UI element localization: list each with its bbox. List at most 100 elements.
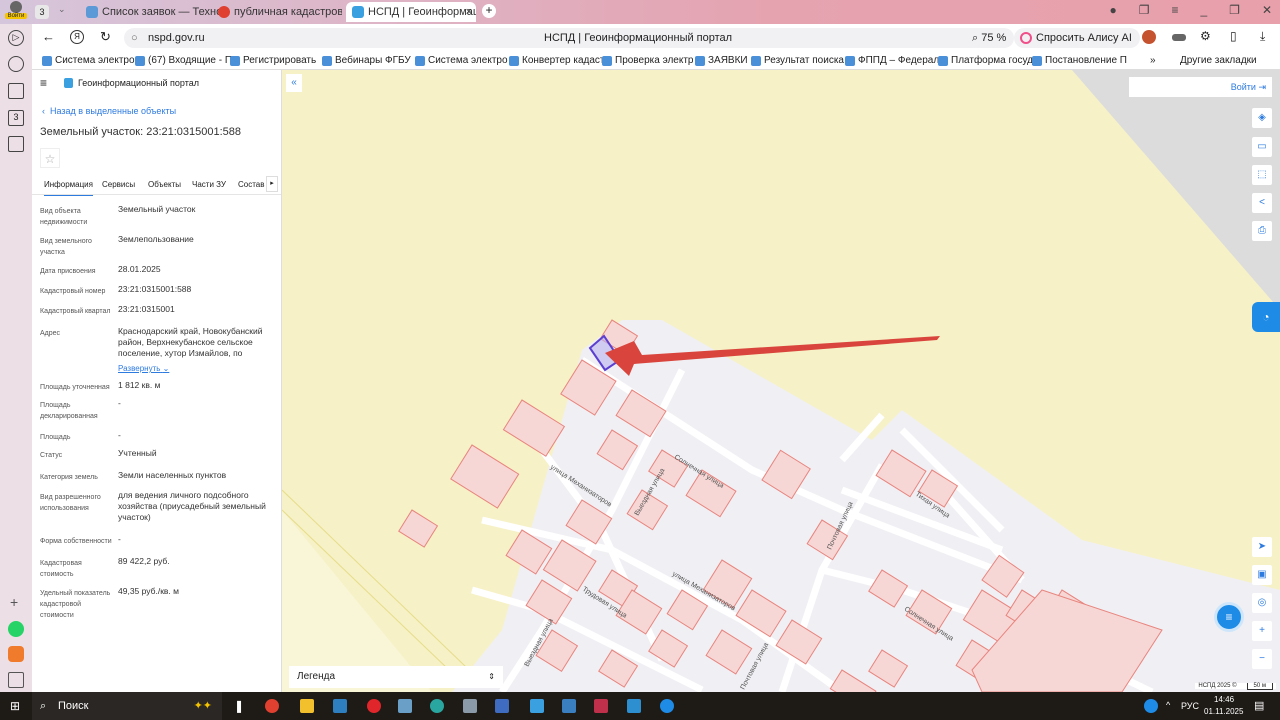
bookmark-item[interactable]: Результат поиска [751, 55, 844, 66]
edge-icon[interactable] [430, 699, 444, 713]
app-icon[interactable] [562, 699, 576, 713]
profile-avatar[interactable]: Войти [5, 1, 27, 23]
collapse-panel-button[interactable]: « [286, 74, 302, 92]
app-icon[interactable] [530, 699, 544, 713]
map-canvas[interactable]: Солнечная улица улица Механизаторов Выез… [282, 70, 1280, 692]
app-icon[interactable] [333, 699, 347, 713]
counter-icon[interactable]: 3 [8, 110, 24, 126]
zoom-out-button[interactable]: − [1252, 649, 1272, 669]
measure-button[interactable]: ▭ [1252, 137, 1272, 157]
language-indicator[interactable]: РУС [1181, 701, 1199, 711]
new-tab-button[interactable]: + [482, 4, 496, 18]
back-icon[interactable]: ← [42, 29, 55, 44]
ie-icon[interactable] [660, 699, 674, 713]
bookmark-item[interactable]: Конвертер кадаст [509, 55, 605, 66]
tab-counter[interactable]: 3 [35, 5, 49, 19]
zoom-indicator[interactable]: ⌕ 75 % [964, 28, 1015, 48]
bookmark-item[interactable]: ЗАЯВКИ [695, 55, 748, 66]
bookmark-item[interactable]: Система электро [42, 55, 135, 66]
help-icon[interactable] [1144, 699, 1158, 713]
select-area-button[interactable]: ⬚ [1252, 165, 1272, 185]
opera-icon[interactable] [367, 699, 381, 713]
login-button[interactable]: Войти ⇥ [1129, 77, 1272, 97]
minimize-icon[interactable]: _ [1200, 3, 1207, 17]
map-svg[interactable]: Солнечная улица улица Механизаторов Выез… [282, 70, 1280, 692]
other-bookmarks[interactable]: Другие закладки [1180, 55, 1257, 66]
tab-nspd[interactable]: НСПД | Геоинформаци × [346, 2, 476, 22]
calendar-icon[interactable] [594, 699, 608, 713]
locate-button[interactable]: ◎ [1252, 593, 1272, 613]
favorite-button[interactable]: ☆ [40, 148, 60, 168]
yandex-home-icon[interactable]: Я [70, 30, 84, 44]
tab-objects[interactable]: Объекты [148, 180, 181, 189]
tabs-dropdown-icon[interactable]: ⌄ [58, 4, 66, 15]
bookmark-item[interactable]: Регистрировать [230, 55, 316, 66]
back-link[interactable]: ‹ Назад в выделенные объекты [42, 106, 176, 116]
task-view-icon[interactable]: ❚ [234, 699, 244, 713]
sidebar-toggle-icon[interactable]: ▯ [1230, 29, 1237, 43]
extensions-icon[interactable]: ⚙ [1200, 29, 1211, 43]
notifications-icon[interactable]: ▤ [1254, 699, 1264, 712]
restore-icon[interactable]: ❐ [1229, 3, 1240, 17]
site-info-icon[interactable]: ○ [131, 28, 138, 48]
feedback-button[interactable]: ◔ [1252, 302, 1280, 332]
explorer-icon[interactable] [300, 699, 314, 713]
field-label: Адрес [40, 330, 61, 337]
calculator-icon[interactable] [463, 699, 477, 713]
tab-parts[interactable]: Части ЗУ [192, 180, 226, 189]
bookmark-item[interactable]: (67) Входящие - П [135, 55, 232, 66]
clock-time[interactable]: 14:46 [1214, 695, 1234, 704]
downloads-icon[interactable]: ⤓ [1260, 29, 1265, 44]
tab-zayavki[interactable]: Список заявок — ТехноК [80, 2, 225, 22]
zoom-in-button[interactable]: + [1252, 621, 1272, 641]
share-button[interactable]: < [1252, 193, 1272, 213]
bookmark-item[interactable]: ФППД – Федерал [845, 55, 939, 66]
hamburger-menu-icon[interactable]: ≡ [40, 76, 47, 90]
clock-date[interactable]: 01.11.2025 [1204, 707, 1243, 716]
tabs-scroll-right[interactable]: ▸ [266, 176, 278, 192]
app-icon[interactable] [8, 646, 24, 662]
start-icon[interactable]: ⊞ [10, 699, 20, 713]
account-icon[interactable]: ● [1109, 3, 1116, 17]
tab-kadastr[interactable]: публичная кадастровая [212, 2, 342, 22]
whatsapp-icon[interactable] [8, 621, 24, 637]
print-button[interactable]: ⎙ [1252, 221, 1272, 241]
tray-expand-icon[interactable]: ^ [1166, 700, 1170, 710]
extension-icon[interactable] [1142, 30, 1156, 44]
close-tab-icon[interactable]: × [466, 2, 472, 22]
close-window-icon[interactable]: ✕ [1262, 3, 1272, 17]
parcel[interactable] [398, 509, 439, 548]
expand-address-link[interactable]: Развернуть ⌄ [118, 364, 169, 373]
taskbar-search[interactable]: ⌕ Поиск ✦✦ [32, 692, 222, 720]
app-icon[interactable] [398, 699, 412, 713]
reload-icon[interactable]: ↻ [100, 29, 111, 45]
word-icon[interactable] [495, 699, 509, 713]
bookmark-item[interactable]: Вебинары ФГБУ [322, 55, 411, 66]
extension-icon[interactable] [1172, 34, 1186, 41]
add-icon[interactable]: + [10, 594, 18, 610]
yandex-browser-icon[interactable] [265, 699, 279, 713]
url-field[interactable]: ○ nspd.gov.ru НСПД | Геоинформационный по… [124, 28, 1004, 48]
chat-button[interactable]: ≡ [1214, 602, 1244, 632]
play-icon[interactable]: ▷ [8, 30, 24, 46]
tabs-icon[interactable] [8, 83, 24, 99]
legend-dropdown[interactable]: Легенда ⇕ [289, 666, 503, 688]
ask-alice-button[interactable]: Спросить Алису AI [1014, 28, 1140, 48]
menu-icon[interactable]: ≡ [1171, 3, 1178, 17]
parcel[interactable] [450, 444, 520, 509]
sidebar-settings-icon[interactable] [8, 672, 24, 688]
bookmark-item[interactable]: Система электро [415, 55, 508, 66]
screenshot-icon[interactable] [8, 136, 24, 152]
more-bookmarks-icon[interactable]: » [1150, 55, 1156, 66]
navigate-button[interactable]: ➤ [1252, 537, 1272, 557]
collections-icon[interactable]: ❐ [1139, 3, 1150, 17]
bookmark-item[interactable]: Платформа госуд [938, 55, 1033, 66]
bookmark-item[interactable]: Постановление П [1032, 55, 1127, 66]
bookmark-item[interactable]: Проверка электр [602, 55, 693, 66]
basemap-button[interactable]: ▣ [1252, 565, 1272, 585]
tab-composition[interactable]: Состав [238, 180, 265, 189]
layers-button[interactable]: ◈ [1252, 108, 1272, 128]
app-icon[interactable] [627, 699, 641, 713]
history-icon[interactable] [8, 56, 24, 72]
tab-services[interactable]: Сервисы [102, 180, 135, 189]
